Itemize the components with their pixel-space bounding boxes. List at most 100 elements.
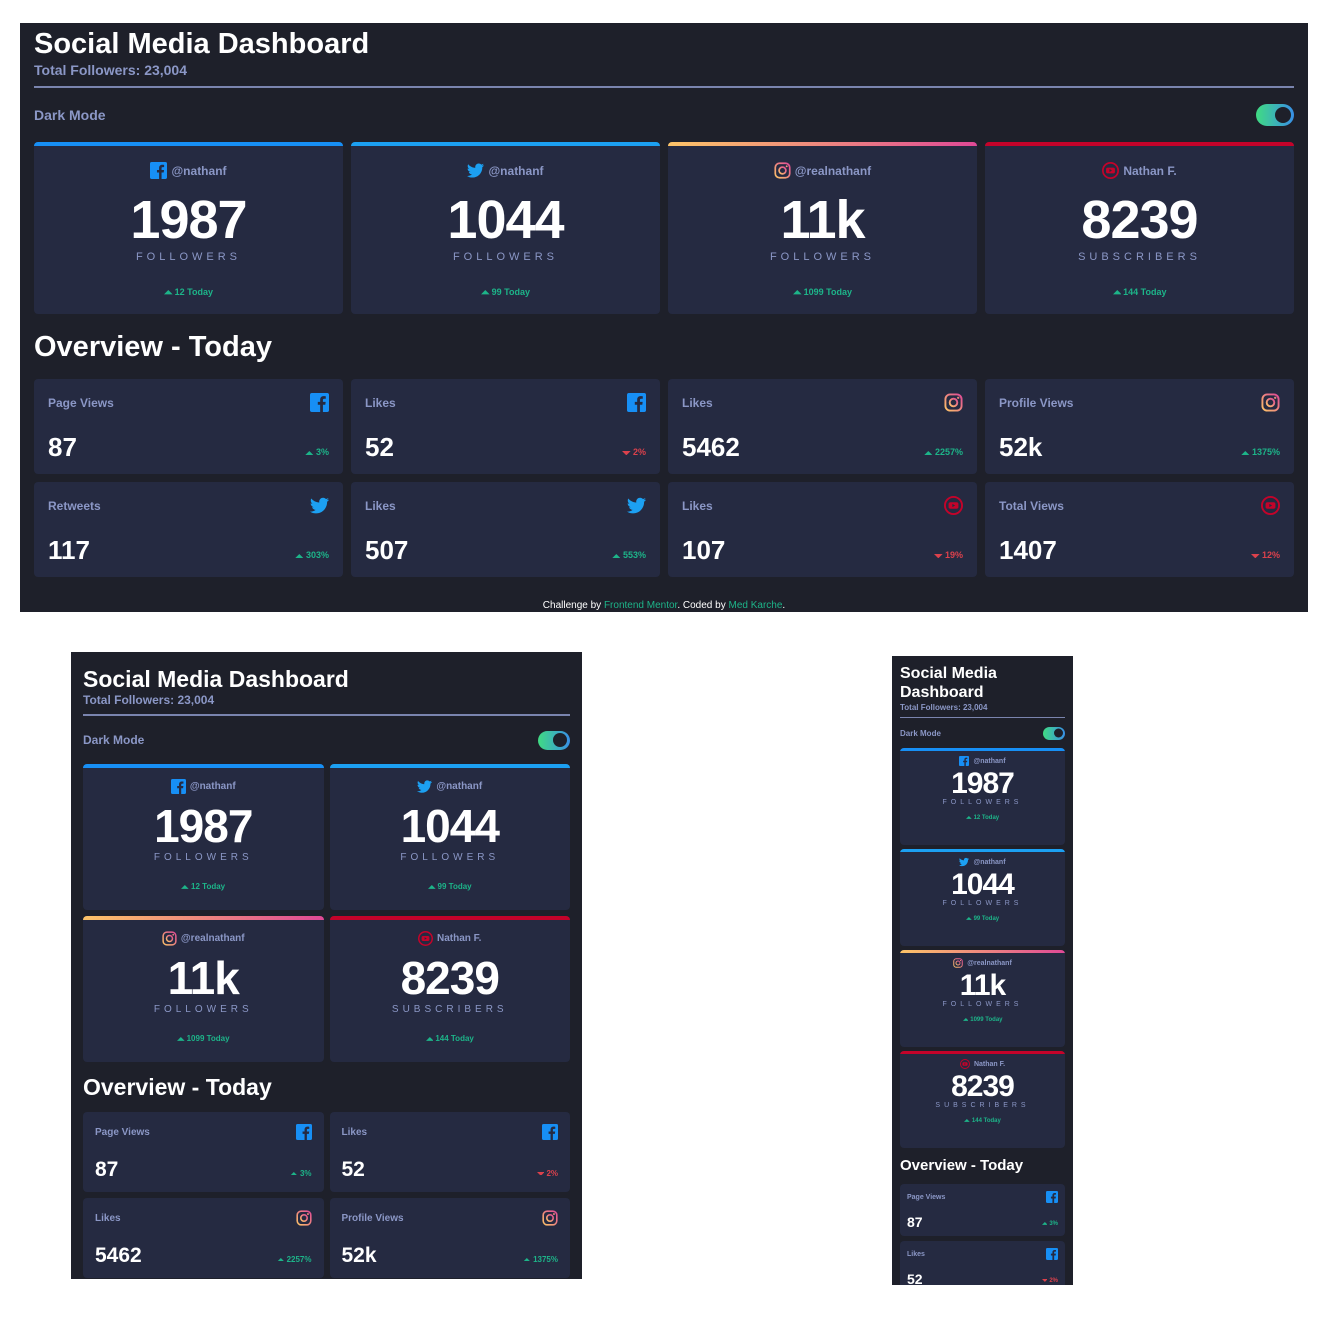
overview-card[interactable]: Page Views 87 3% [34, 379, 343, 474]
follower-count: 11k [167, 952, 240, 1004]
overview-card[interactable]: Page Views 87 3% [900, 1184, 1065, 1236]
dark-mode-toggle[interactable] [1043, 726, 1065, 740]
overview-label: Profile Views [341, 1212, 404, 1224]
delta-text: 144 Today [971, 1118, 1001, 1124]
attribution-middle: . Coded by [677, 600, 729, 611]
twitter-icon [627, 496, 646, 515]
follower-cards: @nathanf 1987 FOLLOWERS 12 Today @nathan… [900, 748, 1065, 1148]
follower-card-youtube[interactable]: Nathan F. 8239 SUBSCRIBERS 144 Today [985, 142, 1294, 314]
overview-card[interactable]: Profile Views 52k 1375% [985, 379, 1294, 474]
delta-text: 12 Today [973, 815, 1000, 821]
trend-down-icon [934, 550, 945, 560]
delta-text: 144 Today [435, 1034, 474, 1043]
overview-delta: 3% [1041, 1221, 1058, 1229]
trend-up-icon [425, 1034, 436, 1043]
toggle-knob [1054, 728, 1063, 738]
dark-mode-label: Dark Mode [900, 728, 941, 738]
facebook-icon [150, 162, 168, 179]
follower-delta: 1099 Today [900, 1017, 1065, 1023]
facebook-icon [542, 1124, 558, 1140]
overview-card[interactable]: Likes 5462 2257% [83, 1198, 324, 1278]
platform-accent-bar [985, 142, 1294, 146]
overview-card[interactable]: Likes 52 2% [329, 1112, 570, 1192]
frontend-mentor-link[interactable]: Frontend Mentor [604, 600, 677, 611]
follower-card-twitter[interactable]: @nathanf 1044 FOLLOWERS 99 Today [351, 142, 660, 314]
follower-unit: FOLLOWERS [452, 251, 559, 263]
overview-delta: 2% [536, 1169, 558, 1180]
follower-count: 1987 [154, 800, 253, 852]
instagram-icon [953, 958, 963, 968]
trend-up-icon [1241, 447, 1252, 457]
follower-card-instagram[interactable]: @realnathanf 11k FOLLOWERS 1099 Today [900, 950, 1065, 1047]
trend-up-icon [305, 447, 316, 457]
overview-delta: 2% [622, 447, 646, 460]
handle-row: @nathanf [351, 142, 660, 179]
overview-delta: 303% [295, 550, 329, 563]
overview-card[interactable]: Page Views 87 3% [83, 1112, 324, 1192]
follower-card-instagram[interactable]: @realnathanf 11k FOLLOWERS 1099 Today [668, 142, 977, 314]
follower-card-youtube[interactable]: Nathan F. 8239 SUBSCRIBERS 144 Today [329, 916, 570, 1062]
overview-cards: Page Views 87 3% Likes 52 2% Likes 5462 … [34, 379, 1294, 577]
platform-accent-bar [34, 142, 343, 146]
instagram-icon [944, 393, 963, 412]
overview-value: 107 [682, 535, 726, 565]
follower-unit: FOLLOWERS [153, 852, 253, 863]
delta-text: 144 Today [1123, 287, 1167, 297]
handle: Nathan F. [1123, 163, 1177, 178]
overview-value: 117 [48, 535, 90, 565]
overview-delta-text: 1375% [1251, 447, 1280, 458]
overview-label: Likes [365, 498, 396, 513]
overview-card[interactable]: Retweets 117 303% [34, 482, 343, 577]
facebook-icon [310, 393, 329, 412]
overview-value: 87 [48, 432, 77, 462]
overview-card[interactable]: Profile Views 52k 1375% [329, 1198, 570, 1278]
overview-value: 52 [341, 1158, 365, 1181]
follower-unit: FOLLOWERS [942, 900, 1023, 907]
trend-up-icon [964, 1118, 972, 1124]
platform-accent-bar [83, 764, 324, 768]
youtube-icon [1102, 162, 1120, 179]
overview-card[interactable]: Likes 52 2% [900, 1241, 1065, 1285]
follower-delta: 12 Today [34, 287, 343, 297]
dark-mode-label: Dark Mode [34, 107, 106, 123]
follower-count: 11k [959, 969, 1006, 1002]
overview-value: 1407 [999, 535, 1057, 565]
tablet-view: Social Media Dashboard Total Followers: … [71, 652, 582, 1279]
dark-mode-toggle[interactable] [538, 730, 570, 750]
follower-card-instagram[interactable]: @realnathanf 11k FOLLOWERS 1099 Today [83, 916, 324, 1062]
platform-accent-bar [329, 916, 570, 920]
overview-delta-text: 19% [944, 550, 963, 561]
overview-delta-text: 3% [299, 1168, 312, 1178]
follower-delta: 99 Today [330, 882, 571, 891]
instagram-icon [774, 162, 791, 179]
handle: @realnathanf [180, 933, 245, 944]
follower-card-facebook[interactable]: @nathanf 1987 FOLLOWERS 12 Today [900, 748, 1065, 845]
total-followers: Total Followers: 23,004 [34, 62, 188, 78]
follower-count: 1987 [951, 767, 1015, 800]
follower-card-facebook[interactable]: @nathanf 1987 FOLLOWERS 12 Today [83, 764, 324, 910]
follower-card-youtube[interactable]: Nathan F. 8239 SUBSCRIBERS 144 Today [900, 1051, 1065, 1148]
overview-delta: 12% [1251, 550, 1280, 563]
follower-card-facebook[interactable]: @nathanf 1987 FOLLOWERS 12 Today [34, 142, 343, 314]
follower-card-twitter[interactable]: @nathanf 1044 FOLLOWERS 99 Today [329, 764, 571, 910]
overview-card[interactable]: Likes 52 2% [351, 379, 660, 474]
platform-accent-bar [900, 849, 1065, 852]
overview-card[interactable]: Likes 107 19% [668, 482, 977, 577]
handle-row: @realnathanf [83, 916, 324, 946]
trend-up-icon [164, 287, 175, 297]
twitter-icon [310, 496, 329, 515]
trend-down-icon [536, 1169, 547, 1178]
follower-card-twitter[interactable]: @nathanf 1044 FOLLOWERS 99 Today [900, 849, 1065, 946]
dark-mode-toggle[interactable] [1256, 104, 1294, 126]
delta-text: 1099 Today [186, 1034, 230, 1043]
facebook-icon [170, 779, 186, 794]
overview-card[interactable]: Likes 507 553% [351, 482, 660, 577]
follower-unit: FOLLOWERS [942, 1001, 1023, 1008]
overview-card[interactable]: Total Views 1407 12% [985, 482, 1294, 577]
twitter-icon [959, 857, 970, 867]
author-link[interactable]: Med Karche [728, 600, 782, 611]
overview-label: Likes [907, 1250, 925, 1258]
overview-card[interactable]: Likes 5462 2257% [668, 379, 977, 474]
delta-text: 12 Today [174, 287, 213, 297]
follower-delta: 1099 Today [83, 1034, 324, 1043]
